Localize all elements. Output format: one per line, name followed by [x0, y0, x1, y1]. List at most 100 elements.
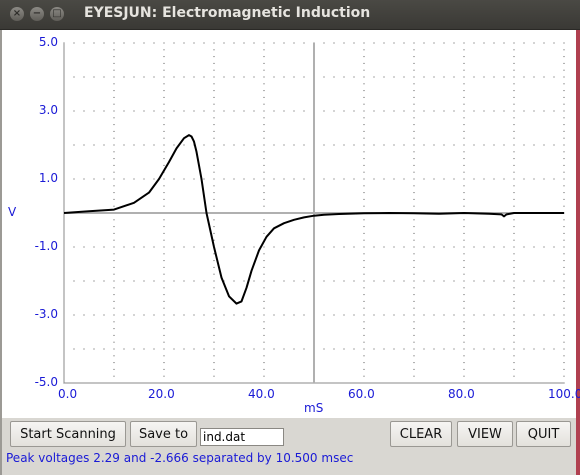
grid-dot	[213, 232, 215, 234]
grid-dot	[423, 76, 425, 78]
grid-dot	[263, 158, 265, 160]
grid-dot	[153, 348, 155, 350]
grid-dot	[413, 69, 415, 71]
grid-dot	[143, 110, 145, 112]
grid-dot	[413, 42, 415, 44]
grid-dot	[163, 226, 165, 228]
grid-dot	[413, 334, 415, 336]
grid-dot	[553, 280, 555, 282]
grid-dot	[453, 314, 455, 316]
grid-dot	[213, 362, 215, 364]
grid-dot	[193, 246, 195, 248]
grid-dot	[213, 90, 215, 92]
grid-dot	[413, 287, 415, 289]
grid-dot	[73, 76, 75, 78]
grid-dot	[263, 178, 265, 180]
grid-dot	[113, 178, 115, 180]
grid-dot	[523, 246, 525, 248]
grid-dot	[203, 348, 205, 350]
grid-dot	[533, 42, 535, 44]
grid-dot	[353, 246, 355, 248]
grid-dot	[463, 185, 465, 187]
grid-dot	[263, 198, 265, 200]
grid-dot	[113, 368, 115, 370]
grid-dot	[163, 158, 165, 160]
grid-dot	[523, 144, 525, 146]
grid-dot	[113, 334, 115, 336]
grid-dot	[463, 266, 465, 268]
grid-dot	[163, 300, 165, 302]
grid-dot	[433, 144, 435, 146]
grid-dot	[483, 280, 485, 282]
grid-dot	[113, 42, 115, 44]
grid-dot	[553, 42, 555, 44]
grid-dot	[453, 178, 455, 180]
grid-dot	[403, 110, 405, 112]
grid-dot	[113, 144, 115, 146]
grid-dot	[183, 42, 185, 44]
grid-dot	[243, 348, 245, 350]
grid-dot	[453, 76, 455, 78]
grid-dot	[453, 144, 455, 146]
grid-dot	[513, 198, 515, 200]
grid-dot	[123, 144, 125, 146]
y-tick-label: 1.0	[38, 171, 58, 185]
grid-dot	[363, 294, 365, 296]
grid-dot	[523, 110, 525, 112]
grid-dot	[323, 280, 325, 282]
grid-dot	[513, 273, 515, 275]
y-tick-label: -5.0	[34, 375, 58, 389]
grid-dot	[513, 110, 515, 112]
view-button[interactable]: VIEW	[457, 421, 513, 447]
grid-dot	[443, 144, 445, 146]
grid-dot	[113, 219, 115, 221]
maximize-icon[interactable]: □	[50, 7, 64, 21]
clear-button[interactable]: CLEAR	[390, 421, 452, 447]
grid-dot	[553, 314, 555, 316]
grid-dot	[273, 314, 275, 316]
grid-dot	[363, 334, 365, 336]
start-scanning-button[interactable]: Start Scanning	[10, 421, 126, 447]
grid-dot	[413, 137, 415, 139]
grid-dot	[363, 239, 365, 241]
grid-dot	[343, 246, 345, 248]
grid-dot	[563, 49, 565, 51]
grid-dot	[563, 42, 565, 44]
grid-dot	[213, 314, 215, 316]
grid-dot	[463, 321, 465, 323]
grid-dot	[413, 205, 415, 207]
grid-dot	[413, 56, 415, 58]
grid-dot	[113, 287, 115, 289]
grid-dot	[513, 49, 515, 51]
grid-dot	[173, 42, 175, 44]
grid-dot	[363, 280, 365, 282]
grid-dot	[413, 96, 415, 98]
grid-dot	[383, 314, 385, 316]
grid-dot	[153, 110, 155, 112]
grid-dot	[503, 76, 505, 78]
grid-dot	[363, 151, 365, 153]
close-icon[interactable]: ×	[10, 7, 24, 21]
grid-dot	[143, 280, 145, 282]
grid-dot	[263, 368, 265, 370]
quit-button[interactable]: QUIT	[516, 421, 571, 447]
grid-dot	[463, 205, 465, 207]
grid-dot	[213, 375, 215, 377]
grid-dot	[513, 266, 515, 268]
grid-dot	[223, 110, 225, 112]
grid-dot	[113, 110, 115, 112]
grid-dot	[223, 348, 225, 350]
filename-input[interactable]: ind.dat	[200, 428, 284, 446]
grid-dot	[83, 178, 85, 180]
oscilloscope-chart[interactable]	[0, 30, 577, 418]
grid-dot	[363, 178, 365, 180]
grid-dot	[383, 178, 385, 180]
grid-dot	[413, 185, 415, 187]
grid-dot	[433, 76, 435, 78]
grid-dot	[533, 178, 535, 180]
minimize-icon[interactable]: −	[30, 7, 44, 21]
save-to-button[interactable]: Save to	[130, 421, 197, 447]
grid-dot	[373, 348, 375, 350]
title-bar: × − □ EYESJUN: Electromagnetic Induction	[0, 0, 580, 30]
grid-dot	[163, 307, 165, 309]
